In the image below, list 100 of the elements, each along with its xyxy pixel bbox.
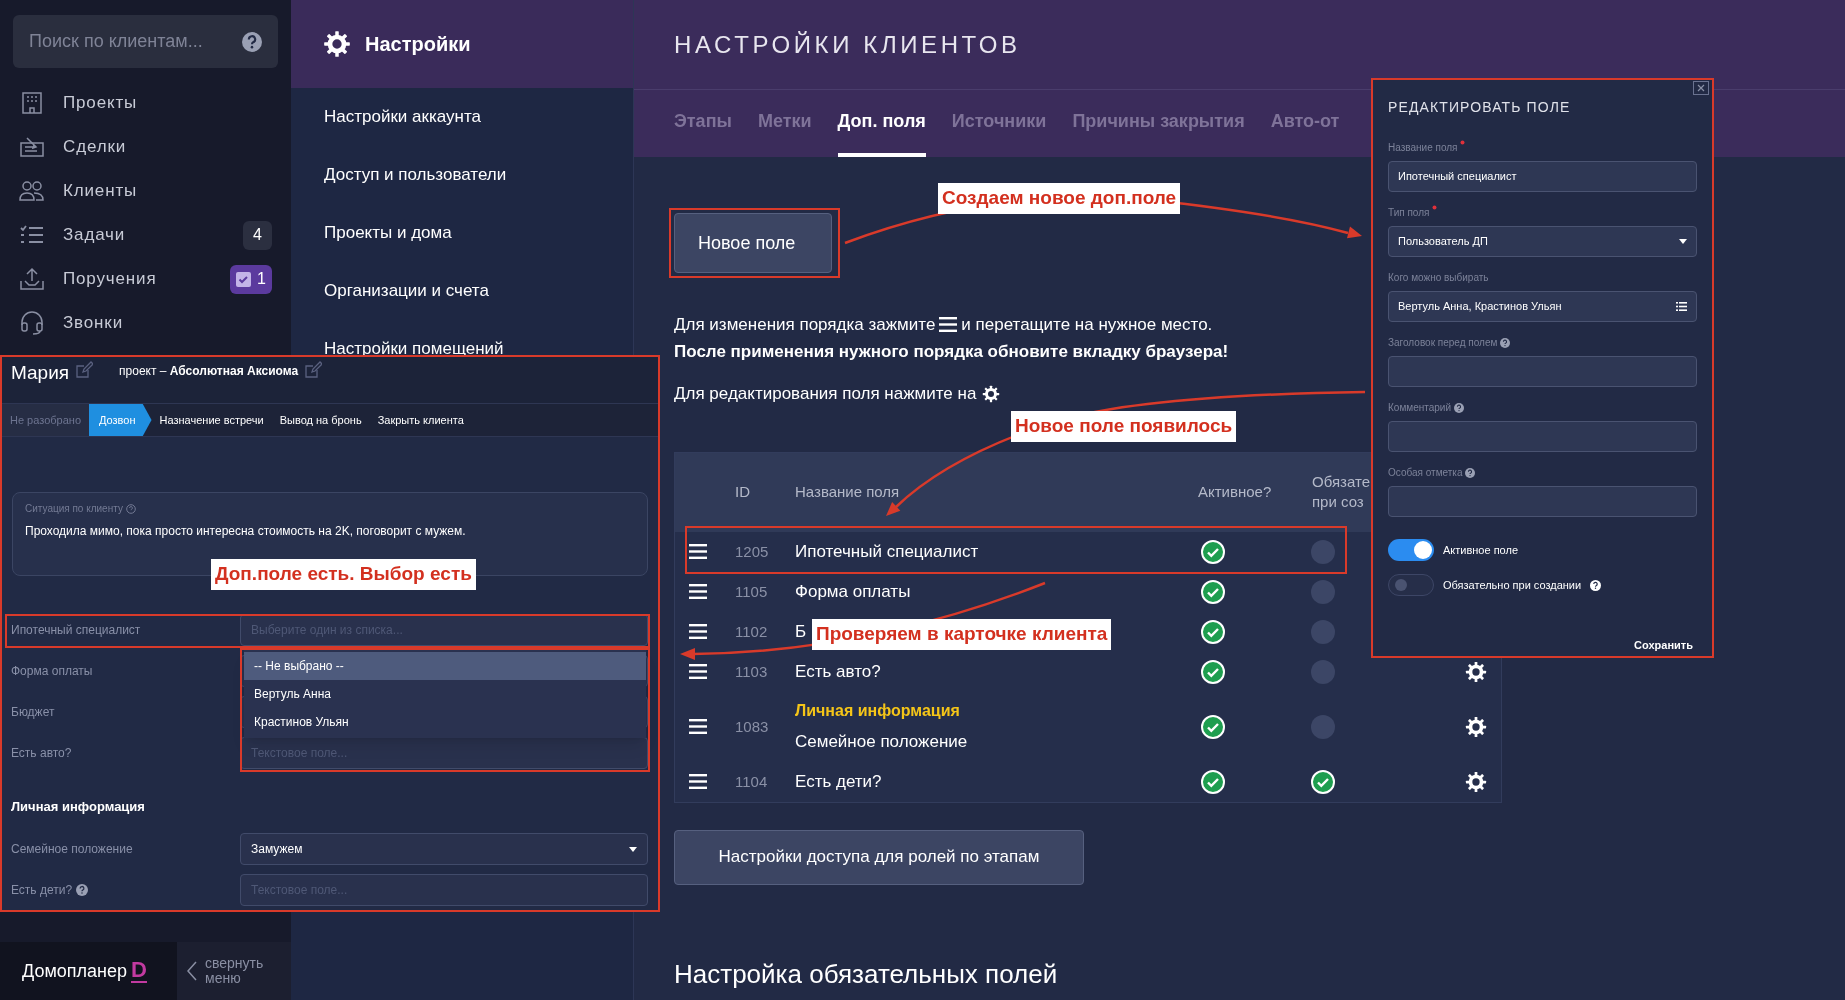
drag-handle-icon[interactable] <box>688 624 707 639</box>
settings-menu-item[interactable]: Проекты и дома <box>324 220 452 246</box>
settings-icon[interactable] <box>1465 770 1487 793</box>
drag-handle-icon[interactable] <box>688 544 707 559</box>
settings-header: Настройки <box>291 0 633 88</box>
field-name: Ипотечный специалист <box>795 540 979 563</box>
dropdown-option[interactable]: Крастинов Ульян <box>244 708 646 736</box>
field-name: Семейное положение <box>795 730 968 753</box>
dropdown-option[interactable]: Вертуль Анна <box>244 680 646 708</box>
drag-handle-icon[interactable] <box>688 664 707 679</box>
refresh-warning: После применения нужного порядка обновите вкладку браузера! <box>674 340 1229 363</box>
save-button[interactable]: Сохранить <box>1634 636 1693 653</box>
stage-tab[interactable]: Назначение встречи <box>151 404 272 436</box>
check-circle-icon[interactable] <box>1200 579 1225 604</box>
toggle-label: Обязательно при создании <box>1443 577 1582 593</box>
chevron-left-icon <box>187 961 197 981</box>
caret-icon <box>629 846 637 852</box>
field-id: 1105 <box>735 582 768 600</box>
stage-tab[interactable]: Закрыть клиента <box>369 404 472 436</box>
project-name: проект – Абсолютная Аксиома <box>119 363 299 380</box>
field-label: Ипотечный специалист <box>11 622 141 639</box>
field-name: Есть дети? <box>795 770 882 793</box>
settings-menu-item[interactable]: Организации и счета <box>324 278 489 304</box>
settings-icon[interactable] <box>1465 715 1487 738</box>
drag-handle-icon[interactable] <box>688 719 707 734</box>
section-heading: Настройка обязательных полей <box>674 957 1059 991</box>
toggle-label: Активное поле <box>1443 542 1519 558</box>
select-field[interactable]: Пользователь ДП <box>1388 226 1697 257</box>
close-button[interactable] <box>1693 81 1709 95</box>
help-icon[interactable] <box>1590 579 1602 591</box>
column-header: Активное? <box>1198 482 1272 502</box>
edit-icon[interactable] <box>304 361 323 379</box>
select-field[interactable]: Замужем <box>240 833 648 865</box>
field-id: 1103 <box>735 662 768 680</box>
field-label: Форма оплаты <box>11 663 93 680</box>
field-label: Кого можно выбирать <box>1388 271 1489 285</box>
input-field[interactable] <box>1388 356 1697 387</box>
nav-icon <box>19 267 45 291</box>
field-name: Б <box>795 620 807 643</box>
nav-item[interactable]: Задачи 4 <box>0 213 291 257</box>
nav-item[interactable]: Клиенты <box>0 169 291 213</box>
column-header: Название поля <box>795 482 900 502</box>
field-label: Есть дети? <box>11 882 73 899</box>
toggle-switch[interactable] <box>1388 574 1434 596</box>
stage-tab[interactable]: Вывод на бронь <box>271 404 370 436</box>
client-name: Мария <box>11 361 70 385</box>
nav-icon <box>19 135 45 159</box>
input-field[interactable] <box>1388 486 1697 517</box>
access-settings-button[interactable]: Настройки доступа для ролей по этапам <box>674 829 1084 885</box>
collapse-menu-button[interactable]: свернуть меню <box>177 942 291 1000</box>
toggle-switch[interactable] <box>1388 539 1434 561</box>
check-circle-icon[interactable] <box>1200 619 1225 644</box>
checkbox-icon <box>236 271 252 287</box>
annotation-label: Доп.поле есть. Выбор есть <box>211 559 476 590</box>
search-field[interactable]: Поиск по клиентам... <box>13 15 278 68</box>
settings-icon[interactable] <box>1465 660 1487 683</box>
section-title: Личная информация <box>11 798 146 817</box>
tab[interactable]: Доп. поля <box>837 90 926 157</box>
new-field-button[interactable]: Новое поле <box>674 213 832 273</box>
check-circle-icon[interactable] <box>1200 714 1225 739</box>
field-id: 1102 <box>735 622 768 640</box>
annotation-label: Создаем новое доп.поле <box>938 183 1181 214</box>
field-label: Особая отметка <box>1388 466 1463 480</box>
caret-icon <box>1679 239 1687 244</box>
reorder-hint: и перетащите на нужное место. <box>961 314 1213 336</box>
field-label: Заголовок перед полем <box>1388 336 1498 350</box>
settings-menu-item[interactable]: Настройки аккаунта <box>324 104 481 130</box>
annotation-label: Новое поле появилось <box>1011 411 1237 442</box>
edit-icon[interactable] <box>75 361 94 379</box>
field-id: 1083 <box>735 717 769 735</box>
annotation-label: Проверяем в карточке клиента <box>812 619 1112 650</box>
field-name: Форма оплаты <box>795 580 911 603</box>
drag-handle-icon[interactable] <box>688 774 707 789</box>
check-circle-icon[interactable] <box>1200 769 1225 794</box>
settings-icon <box>982 384 1001 403</box>
dropdown-option[interactable]: -- Не выбрано -- <box>244 652 646 680</box>
drag-handle-icon[interactable] <box>688 584 707 599</box>
check-circle-icon[interactable] <box>1200 659 1225 684</box>
field-id: 1205 <box>735 542 769 560</box>
brand-logo[interactable]: Домопланер D <box>0 942 177 1000</box>
input-field[interactable]: Ипотечный специалист <box>1388 161 1697 192</box>
gears-icon <box>323 30 351 58</box>
page-title: НАСТРОЙКИ КЛИЕНТОВ <box>674 29 1021 60</box>
settings-menu-item[interactable]: Доступ и пользователи <box>324 162 507 188</box>
reorder-hint: Для изменения порядка зажмите <box>674 314 936 336</box>
input-field[interactable]: Вертуль Анна, Крастинов Ульян <box>1388 291 1697 322</box>
task-badge: 1 <box>230 264 272 294</box>
nav-item[interactable]: Проекты <box>0 81 291 125</box>
field-label: Есть авто? <box>11 745 72 762</box>
nav-item[interactable]: Поручения 1 <box>0 257 291 301</box>
column-header: ID <box>735 482 750 502</box>
check-circle-icon[interactable] <box>1310 769 1335 794</box>
field-label: Тип поля <box>1388 206 1430 220</box>
edit-hint: Для редактирования поля нажмите на <box>674 383 977 405</box>
check-circle-icon[interactable] <box>1200 539 1225 564</box>
field-label: Бюджет <box>11 704 55 721</box>
nav-item[interactable]: Звонки <box>0 301 291 345</box>
nav-item[interactable]: Сделки <box>0 125 291 169</box>
field-name: Есть авто? <box>795 660 881 683</box>
input-field[interactable] <box>1388 421 1697 452</box>
